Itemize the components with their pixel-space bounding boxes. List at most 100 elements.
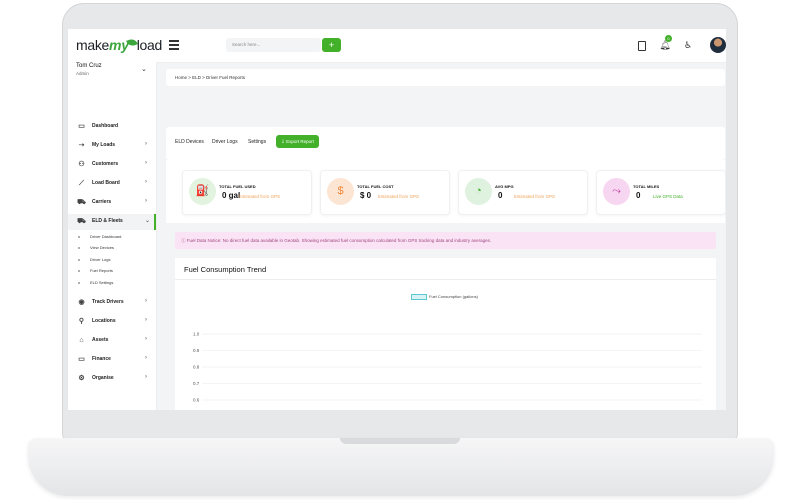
sidebar-item-customers[interactable]: ⚇ Customers › — [68, 157, 156, 173]
stat-value: 0 gal — [222, 191, 241, 200]
laptop-bezel — [68, 410, 726, 440]
y-tick-label: 0.9 — [193, 348, 200, 353]
chevron-right-icon: › — [145, 355, 147, 361]
stat-note: Estimated from GPS — [239, 194, 281, 199]
brand-logo[interactable]: makemy load — [76, 37, 162, 53]
stat-label: TOTAL MILES — [633, 184, 660, 189]
chart-plot: 1.00.90.80.70.60.50.40.30.2 — [193, 332, 702, 403]
bullet — [78, 246, 80, 249]
stat-note: Estimated from GPS — [378, 194, 420, 199]
avatar[interactable] — [710, 37, 726, 53]
sidebar-item-carriers[interactable]: ⛟ Carriers › — [68, 195, 156, 211]
y-tick-label: 0.6 — [193, 398, 200, 403]
y-tick-label: 0.7 — [193, 381, 200, 386]
stat-value: $ 0 — [360, 191, 372, 200]
location-pin-icon: ◉ — [78, 299, 85, 306]
submenu-item-label: ELD Settings — [90, 280, 114, 285]
submenu-item-fuel-reports[interactable]: Fuel Reports — [78, 268, 113, 273]
chevron-right-icon: › — [145, 336, 147, 342]
chevron-right-icon: › — [145, 179, 147, 185]
sidebar-item-label: Finance — [92, 356, 111, 362]
chevron-right-icon: › — [145, 298, 147, 304]
sidebar-item-load-board[interactable]: ⟋ Load Board › — [68, 176, 156, 192]
submenu-item-label: Driver Logs — [90, 257, 111, 262]
sidebar-item-assets[interactable]: ⌂ Assets › — [68, 333, 156, 349]
chevron-right-icon: › — [145, 198, 147, 204]
menu-toggle-icon[interactable] — [169, 40, 179, 52]
stat-value: 0 — [636, 191, 641, 200]
fleet-icon: ⛟ — [77, 218, 86, 225]
road-icon: ⤳ — [603, 178, 630, 205]
tab-driver-logs[interactable]: Driver Logs — [212, 139, 238, 145]
sidebar-item-label: My Loads — [92, 142, 116, 148]
logo-text-load: load — [136, 37, 163, 53]
accessibility-icon[interactable]: ♿︎ — [682, 39, 694, 51]
stat-note: Live GPS Data — [653, 194, 683, 199]
bullet — [78, 258, 80, 261]
stat-label: AVG MPG — [495, 184, 514, 189]
laptop-base — [28, 438, 774, 496]
finance-icon: ▭ — [78, 356, 85, 363]
sidebar-item-locations[interactable]: ⚲ Locations › — [68, 314, 156, 330]
breadcrumb: Home > ELD > Driver Fuel Reports — [166, 69, 725, 86]
submenu-item-driver-dashboard[interactable]: Driver Dashboard — [78, 234, 121, 239]
sidebar-item-label: Dashboard — [92, 123, 119, 129]
assets-icon: ⌂ — [79, 337, 84, 344]
gauge-icon: ◔ — [465, 178, 492, 205]
stat-card-total-fuel-used: ⛽ TOTAL FUEL USED 0 gal Estimated from GPS — [182, 170, 312, 215]
chevron-down-icon[interactable]: ⌄ — [141, 65, 147, 73]
stat-note: Estimated from GPS — [514, 194, 556, 199]
sidebar-item-eld-fleets[interactable]: ⛟ ELD & Fleets ⌄ — [68, 214, 156, 230]
submenu-item-view-devices[interactable]: View Devices — [78, 245, 114, 250]
sidebar-item-label: Carriers — [92, 199, 112, 205]
fuel-consumption-chart: Fuel Consumption Trend Fuel Consumption … — [175, 258, 716, 410]
submenu-item-driver-logs[interactable]: Driver Logs — [78, 257, 110, 262]
tab-eld-devices[interactable]: ELD Devices — [175, 139, 204, 145]
export-report-button[interactable]: ⇩ Export Report — [276, 135, 319, 148]
stat-card-total-miles: ⤳ TOTAL MILES 0 Live GPS Data — [596, 170, 726, 215]
chevron-right-icon: › — [145, 374, 147, 380]
submenu-item-label: Fuel Reports — [90, 268, 113, 273]
main-content: Home > ELD > Driver Fuel Reports ELD Dev… — [166, 62, 726, 410]
sidebar-item-label: Assets — [92, 337, 109, 343]
fuel-pump-icon: ⛽ — [189, 178, 216, 205]
y-tick-label: 1.0 — [193, 332, 200, 337]
add-button[interactable]: + — [322, 38, 341, 52]
sidebar-item-label: Locations — [92, 318, 116, 324]
location-icon: ⚲ — [78, 318, 85, 325]
y-tick-label: 0.8 — [193, 365, 200, 370]
truck-icon: ➝ — [78, 142, 85, 149]
user-name[interactable]: Tom Cruz — [76, 63, 102, 69]
sidebar-item-my-loads[interactable]: ➝ My Loads › — [68, 138, 156, 154]
logo-text-my: my — [109, 37, 129, 53]
chevron-right-icon: › — [145, 317, 147, 323]
eld-tabs: ELD Devices Driver Logs Settings ⇩ Expor… — [166, 127, 725, 160]
carrier-icon: ⛟ — [77, 199, 86, 206]
tab-settings[interactable]: Settings — [248, 139, 266, 145]
chevron-right-icon: › — [145, 160, 147, 166]
submenu-item-eld-settings[interactable]: ELD Settings — [78, 280, 113, 285]
stat-value: 0 — [498, 191, 503, 200]
sidebar-item-track-drivers[interactable]: ◉ Track Drivers › — [68, 295, 156, 311]
sidebar: Tom Cruz Admin ⌄ ▭ Dashboard ➝ My Loads › ⚇ Cu… — [68, 62, 157, 410]
sidebar-item-label: Track Drivers — [92, 299, 124, 305]
sidebar-item-organise[interactable]: ⚙ Organise › — [68, 371, 156, 387]
stat-label: TOTAL FUEL USED — [219, 184, 256, 189]
fuel-data-notice: ⓘ Fuel Data Notice: No direct fuel data … — [175, 232, 716, 249]
submenu-item-label: View Devices — [90, 245, 114, 250]
logo-text-make: make — [76, 37, 110, 53]
bullet — [78, 235, 80, 238]
sidebar-item-label: Load Board — [92, 180, 120, 186]
sidebar-item-dashboard[interactable]: ▭ Dashboard — [68, 119, 156, 135]
sidebar-item-finance[interactable]: ▭ Finance › — [68, 352, 156, 368]
chevron-down-icon: ⌄ — [145, 218, 151, 224]
search-input[interactable]: Search here... — [226, 38, 321, 52]
sidebar-item-label: Organise — [92, 375, 114, 381]
stat-card-total-fuel-cost: $ TOTAL FUEL COST $ 0 Estimated from GPS — [320, 170, 450, 215]
top-bar: makemy load Search here... + 🔔︎ 0 ♿︎ — [68, 29, 726, 63]
document-icon[interactable] — [636, 39, 648, 51]
bullet — [78, 281, 80, 284]
organise-icon: ⚙ — [78, 375, 85, 382]
bullet — [78, 269, 80, 272]
user-role: Admin — [76, 71, 89, 76]
